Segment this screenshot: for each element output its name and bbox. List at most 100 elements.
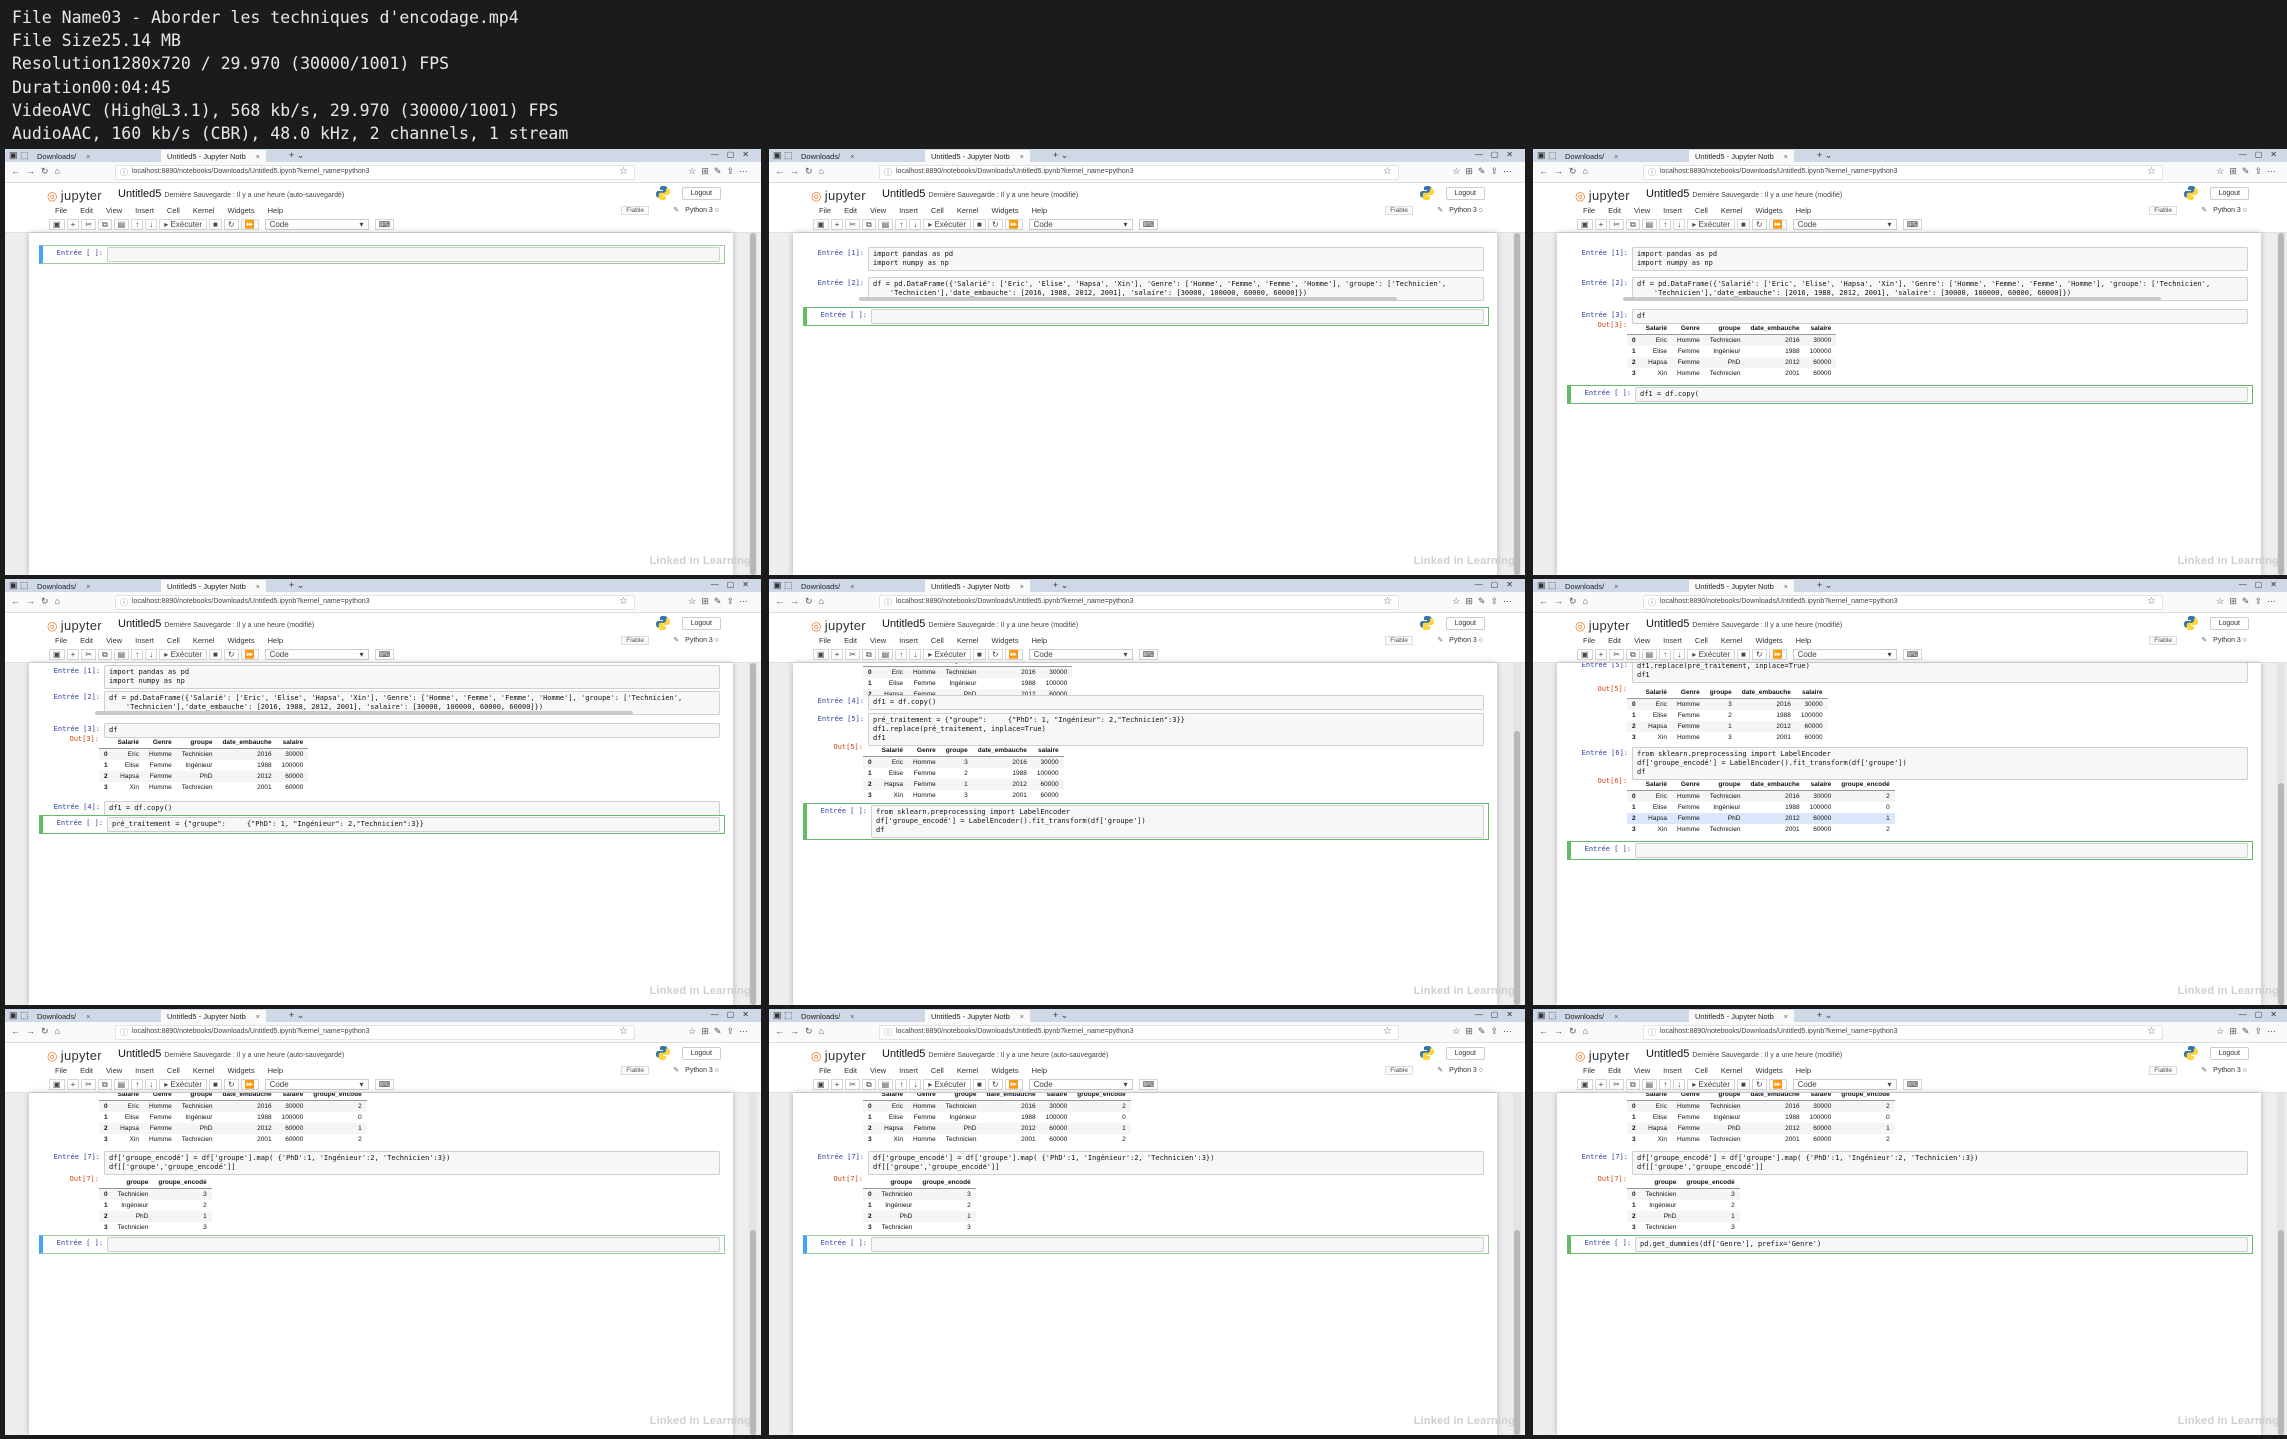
fast-forward-icon[interactable]: ⏩ — [1004, 1079, 1023, 1090]
notebook-title[interactable]: Untitled5 Dernière Sauvegarde : Il y a un… — [118, 1048, 344, 1060]
jupyter-logo[interactable]: ◎ jupyter — [811, 188, 866, 203]
address-bar[interactable]: localhost:8890/notebooks/Downloads/Untit… — [115, 595, 635, 610]
browser-tab-downloads[interactable]: Downloads/ × — [31, 580, 96, 592]
add-cell-icon[interactable]: + — [66, 219, 80, 230]
copy-icon[interactable]: ⧉ — [1625, 219, 1640, 230]
add-cell-icon[interactable]: + — [66, 649, 80, 660]
copy-icon[interactable]: ⧉ — [97, 219, 112, 230]
code-input[interactable]: df1 = df.copy( — [1635, 387, 2248, 402]
browser-tab-downloads[interactable]: Downloads/ × — [795, 1010, 860, 1022]
nav-buttons[interactable]: ←→↻⌂ — [775, 596, 830, 607]
code-input[interactable]: df — [1632, 309, 2248, 324]
jupyter-logo[interactable]: ◎ jupyter — [811, 1048, 866, 1063]
run-button[interactable]: ▸ Exécuter — [923, 1079, 972, 1090]
notebook-name[interactable]: Untitled5 — [1646, 188, 1689, 200]
code-input[interactable]: from sklearn.preprocessing import LabelE… — [871, 805, 1484, 838]
code-input[interactable]: df['groupe_encodé'] = df['groupe'].map( … — [1632, 1151, 2248, 1175]
menu-item-insert[interactable]: Insert — [1663, 636, 1682, 645]
trusted-badge[interactable]: Fiable — [1385, 636, 1413, 645]
keyboard-icon[interactable]: ⌨ — [374, 219, 395, 230]
save-icon[interactable]: ▣ — [813, 219, 829, 230]
notebook-name[interactable]: Untitled5 — [882, 618, 925, 630]
cell-type-select[interactable]: Code — [1792, 1079, 1897, 1090]
jupyter-logo[interactable]: ◎ jupyter — [811, 618, 866, 633]
trusted-badge[interactable]: Fiable — [621, 636, 649, 645]
browser-tool-icons[interactable]: ☆⊞✎⇪⋯ — [1452, 166, 1517, 177]
page-scrollbar[interactable] — [749, 663, 757, 1005]
scrollbar-thumb[interactable] — [750, 233, 756, 575]
browser-tab-notebook[interactable]: Untitled5 - Jupyter Notb × — [161, 580, 266, 592]
menu-item-edit[interactable]: Edit — [844, 206, 857, 215]
menu-item-cell[interactable]: Cell — [1695, 1066, 1708, 1075]
cut-icon[interactable]: ✂ — [1609, 649, 1624, 660]
pencil-icon[interactable]: ✎ — [673, 637, 679, 644]
trusted-badge[interactable]: Fiable — [1385, 1066, 1413, 1075]
notebook-cell[interactable]: Entrée [5]: df1.replace(pré_traitement, i… — [1567, 663, 2253, 685]
nav-buttons[interactable]: ←→↻⌂ — [775, 1026, 830, 1037]
notebook-name[interactable]: Untitled5 — [882, 1048, 925, 1060]
menu-item-kernel[interactable]: Kernel — [1721, 636, 1743, 645]
browser-tab-notebook[interactable]: Untitled5 - Jupyter Notb × — [1689, 150, 1794, 162]
browser-tab-downloads[interactable]: Downloads/ × — [1559, 1010, 1624, 1022]
jupyter-logo[interactable]: ◎ jupyter — [47, 188, 102, 203]
menu-item-edit[interactable]: Edit — [1608, 636, 1621, 645]
close-icon[interactable]: × — [86, 154, 90, 161]
cut-icon[interactable]: ✂ — [81, 219, 96, 230]
close-icon[interactable]: × — [1784, 154, 1788, 161]
pencil-icon[interactable]: ✎ — [2201, 637, 2207, 644]
page-scrollbar[interactable] — [2277, 233, 2285, 575]
menu-item-kernel[interactable]: Kernel — [957, 206, 979, 215]
logout-button[interactable]: Logout — [1445, 1047, 1485, 1060]
restart-icon[interactable]: ↻ — [1751, 649, 1767, 660]
browser-tab-notebook[interactable]: Untitled5 - Jupyter Notb × — [925, 150, 1030, 162]
menu-item-file[interactable]: File — [1583, 206, 1595, 215]
move-up-icon[interactable]: ↑ — [895, 1079, 908, 1090]
window-controls[interactable]: —▢✕ — [711, 580, 757, 589]
logout-button[interactable]: Logout — [681, 187, 721, 200]
run-button[interactable]: ▸ Exécuter — [159, 649, 208, 660]
close-icon[interactable]: × — [1614, 584, 1618, 591]
restart-icon[interactable]: ↻ — [223, 219, 239, 230]
jupyter-logo[interactable]: ◎ jupyter — [47, 1048, 102, 1063]
save-icon[interactable]: ▣ — [1577, 649, 1593, 660]
new-tab-icon[interactable]: + ⌄ — [1053, 580, 1068, 591]
menu-item-file[interactable]: File — [55, 1066, 67, 1075]
browser-tool-icons[interactable]: ☆⊞✎⇪⋯ — [1452, 596, 1517, 607]
keyboard-icon[interactable]: ⌨ — [1138, 649, 1159, 660]
close-icon[interactable]: × — [86, 584, 90, 591]
notebook-title[interactable]: Untitled5 Dernière Sauvegarde : Il y a un… — [882, 1048, 1108, 1060]
menu-item-insert[interactable]: Insert — [899, 636, 918, 645]
menu-item-cell[interactable]: Cell — [1695, 206, 1708, 215]
move-up-icon[interactable]: ↑ — [131, 1079, 144, 1090]
window-controls[interactable]: —▢✕ — [711, 1010, 757, 1019]
jupyter-logo[interactable]: ◎ jupyter — [1575, 618, 1630, 633]
browser-tab-notebook[interactable]: Untitled5 - Jupyter Notb × — [161, 1010, 266, 1022]
paste-icon[interactable]: ▤ — [1641, 1079, 1658, 1090]
notebook-cell[interactable]: Entrée [5]: pré_traitement = {"groupe": {… — [803, 711, 1489, 748]
nav-buttons[interactable]: ←→↻⌂ — [1539, 166, 1594, 177]
nav-buttons[interactable]: ←→↻⌂ — [11, 166, 66, 177]
keyboard-icon[interactable]: ⌨ — [374, 649, 395, 660]
keyboard-icon[interactable]: ⌨ — [374, 1079, 395, 1090]
scrollbar-thumb[interactable] — [2278, 1229, 2284, 1435]
paste-icon[interactable]: ▤ — [113, 1079, 130, 1090]
cut-icon[interactable]: ✂ — [81, 1079, 96, 1090]
menu-item-edit[interactable]: Edit — [844, 1066, 857, 1075]
paste-icon[interactable]: ▤ — [877, 1079, 894, 1090]
page-scrollbar[interactable] — [2277, 1093, 2285, 1435]
pencil-icon[interactable]: ✎ — [1437, 207, 1443, 214]
menu-item-kernel[interactable]: Kernel — [1721, 206, 1743, 215]
interrupt-icon[interactable]: ■ — [1737, 1079, 1750, 1090]
new-tab-icon[interactable]: + ⌄ — [1053, 150, 1068, 161]
run-button[interactable]: ▸ Exécuter — [159, 1079, 208, 1090]
run-button[interactable]: ▸ Exécuter — [1687, 649, 1736, 660]
fast-forward-icon[interactable]: ⏩ — [1768, 649, 1787, 660]
menu-item-insert[interactable]: Insert — [135, 636, 154, 645]
notebook-title[interactable]: Untitled5 Dernière Sauvegarde : Il y a un… — [1646, 1048, 1842, 1060]
close-icon[interactable]: × — [1020, 154, 1024, 161]
notebook-cell[interactable]: Entrée [ ]: pré_traitement = {"groupe": {… — [39, 815, 725, 834]
notebook-title[interactable]: Untitled5 Dernière Sauvegarde : Il y a un… — [118, 188, 344, 200]
notebook-title[interactable]: Untitled5 Dernière Sauvegarde : Il y a un… — [1646, 188, 1842, 200]
menu-item-insert[interactable]: Insert — [135, 1066, 154, 1075]
browser-tab-notebook[interactable]: Untitled5 - Jupyter Notb × — [925, 580, 1030, 592]
